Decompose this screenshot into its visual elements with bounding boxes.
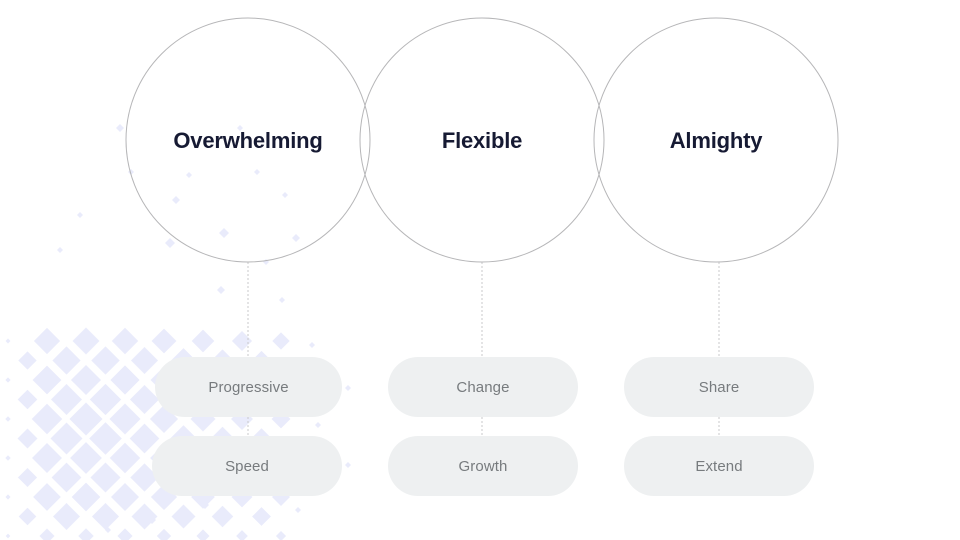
decorative-diamond xyxy=(109,442,141,474)
decorative-diamond xyxy=(201,501,209,509)
decorative-diamond xyxy=(252,507,271,526)
decorative-diamond xyxy=(17,467,38,488)
decorative-diamond xyxy=(236,530,248,540)
decorative-diamond xyxy=(345,462,351,468)
decorative-diamond xyxy=(5,533,11,539)
decorative-diamond xyxy=(186,172,192,178)
pill-change[interactable]: Change xyxy=(388,357,578,417)
pill-label-change: Change xyxy=(456,378,510,396)
slide-canvas: Overwhelming Flexible Almighty Progressi… xyxy=(0,0,960,540)
decorative-diamond xyxy=(217,286,225,294)
decorative-diamond xyxy=(17,389,38,410)
pill-speed[interactable]: Speed xyxy=(152,436,342,496)
decorative-diamond xyxy=(345,385,351,391)
decorative-diamond xyxy=(219,228,229,238)
decorative-diamond xyxy=(110,365,140,395)
decorative-diamond xyxy=(53,503,80,530)
circle-label-overwhelming: Overwhelming xyxy=(173,128,323,153)
decorative-diamond xyxy=(32,365,62,395)
decorative-diamond xyxy=(32,443,62,473)
decorative-diamond xyxy=(131,503,158,530)
decorative-diamond xyxy=(70,442,102,474)
decorative-diamond xyxy=(89,383,122,416)
decorative-diamond xyxy=(117,528,133,540)
pill-extend[interactable]: Extend xyxy=(624,436,814,496)
decorative-diamond xyxy=(109,403,141,435)
pill-label-share: Share xyxy=(698,378,740,396)
circle-label-flexible: Flexible xyxy=(441,128,523,153)
decorative-diamond xyxy=(33,483,61,511)
decorative-diamond xyxy=(50,422,83,455)
decorative-diamond xyxy=(18,507,37,526)
decorative-diamond xyxy=(91,502,120,531)
decorative-diamond xyxy=(105,527,111,533)
decorative-diamond xyxy=(78,528,94,540)
decorative-diamond xyxy=(165,238,175,248)
decorative-diamond xyxy=(272,332,290,350)
decorative-diamond xyxy=(5,494,11,500)
decorative-diamond xyxy=(191,329,215,353)
decorative-diamond xyxy=(231,330,253,352)
decorative-diamond xyxy=(254,169,260,175)
decorative-diamond xyxy=(5,416,11,422)
decorative-diamond xyxy=(129,423,160,454)
pill-share[interactable]: Share xyxy=(624,357,814,417)
decorative-diamond xyxy=(90,462,121,493)
pill-progressive[interactable]: Progressive xyxy=(155,357,342,417)
decorative-diamond xyxy=(52,346,81,375)
pill-label-extend: Extend xyxy=(695,457,743,475)
decorative-diamond xyxy=(263,259,269,265)
decorative-diamond xyxy=(128,169,134,175)
decorative-diamond xyxy=(295,507,301,513)
pill-label-speed: Speed xyxy=(225,457,269,475)
decorative-diamond xyxy=(282,192,288,198)
decorative-diamond xyxy=(315,422,321,428)
decorative-diamond xyxy=(31,403,63,435)
decorative-diamond xyxy=(77,212,83,218)
decorative-diamond xyxy=(148,516,156,524)
decorative-diamond xyxy=(292,234,300,242)
decorative-diamond xyxy=(130,346,159,375)
decorative-diamond xyxy=(89,422,122,455)
decorative-diamond xyxy=(171,504,196,529)
decorative-diamond xyxy=(196,529,210,540)
decorative-diamond xyxy=(33,327,61,355)
decorative-diamond xyxy=(275,530,287,540)
decorative-diamond xyxy=(51,384,82,415)
decorative-diamond xyxy=(279,297,285,303)
decorative-diamond xyxy=(57,247,63,253)
decorative-diamond xyxy=(211,505,234,528)
decorative-diamond xyxy=(5,377,11,383)
decorative-diamond xyxy=(71,482,101,512)
decorative-diamond xyxy=(5,455,11,461)
decorative-diamond xyxy=(70,364,102,396)
decorative-diamond xyxy=(39,528,55,540)
decorative-diamond xyxy=(172,196,180,204)
decorative-diamond xyxy=(72,327,100,355)
decorative-diamond xyxy=(309,342,315,348)
decorative-diamond xyxy=(110,482,140,512)
pill-label-growth: Growth xyxy=(458,457,508,475)
decorative-diamond xyxy=(111,327,139,355)
circle-label-almighty: Almighty xyxy=(669,128,763,153)
pill-growth[interactable]: Growth xyxy=(388,436,578,496)
decorative-diamond xyxy=(156,528,172,540)
pill-label-progressive: Progressive xyxy=(208,378,289,396)
decorative-diamond xyxy=(18,351,37,370)
decorative-diamond xyxy=(5,338,11,344)
decorative-diamond xyxy=(17,428,38,449)
decorative-diamond xyxy=(69,402,103,436)
decorative-diamond xyxy=(116,124,124,132)
decorative-diamond xyxy=(151,328,177,354)
decorative-diamond xyxy=(91,346,120,375)
decorative-diamond xyxy=(51,462,82,493)
